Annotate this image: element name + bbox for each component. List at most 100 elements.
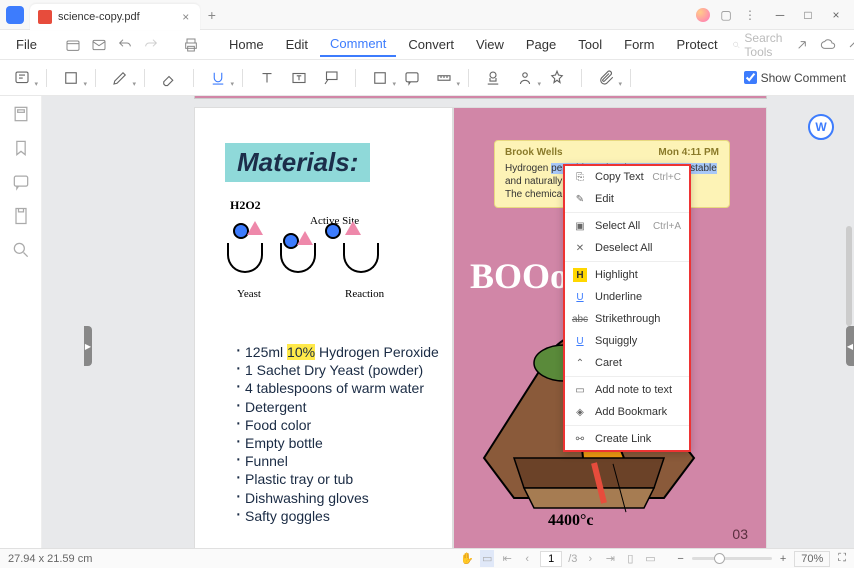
ctx-highlight[interactable]: HHighlight — [565, 264, 689, 286]
app-logo — [0, 0, 30, 30]
scrollbar[interactable] — [846, 226, 852, 326]
strikethrough-icon: abc — [573, 312, 587, 326]
document-tab[interactable]: science-copy.pdf × — [30, 4, 200, 30]
undo-icon[interactable] — [117, 36, 133, 54]
menu-home[interactable]: Home — [219, 33, 274, 56]
fit-width-icon[interactable]: ▭ — [643, 552, 657, 565]
maximize-button[interactable]: □ — [794, 1, 822, 29]
search-rail-icon[interactable] — [11, 240, 31, 260]
first-page-button[interactable]: ⇤ — [500, 552, 514, 565]
attachments-rail-icon[interactable] — [11, 206, 31, 226]
search-tools[interactable]: Search Tools — [732, 31, 788, 59]
select-tool-icon[interactable]: ▭ — [480, 550, 494, 567]
note-tool[interactable]: ▾ — [8, 66, 36, 90]
list-item: Detergent — [235, 398, 439, 416]
mail-icon[interactable] — [91, 36, 107, 54]
new-tab-button[interactable]: + — [208, 7, 216, 23]
menu-view[interactable]: View — [466, 33, 514, 56]
show-comment-toggle[interactable]: Show Comment — [744, 71, 846, 85]
measure-tool[interactable]: ▾ — [430, 66, 458, 90]
show-comment-checkbox[interactable] — [744, 71, 757, 84]
hand-tool-icon[interactable]: ✋ — [460, 552, 474, 565]
search-icon — [732, 38, 741, 52]
highlight-icon: H — [573, 268, 587, 282]
titlebar: science-copy.pdf × + ▢ ⋮ ─ □ × — [0, 0, 854, 30]
bookmark-icon: ◈ — [573, 405, 587, 419]
attachment-tool[interactable]: ▾ — [592, 66, 620, 90]
tab-close-button[interactable]: × — [180, 11, 192, 23]
ctx-add-bookmark[interactable]: ◈Add Bookmark — [565, 401, 689, 423]
approve-tool[interactable] — [543, 66, 571, 90]
textbox-tool[interactable] — [285, 66, 313, 90]
zoom-in-button[interactable]: + — [780, 553, 786, 565]
close-button[interactable]: × — [822, 1, 850, 29]
highlighted-text: 10% — [287, 344, 315, 360]
zoom-out-button[interactable]: − — [677, 553, 683, 565]
eraser-tool[interactable] — [155, 66, 183, 90]
list-item: Food color — [235, 416, 439, 434]
ctx-squiggly[interactable]: USquiggly — [565, 330, 689, 352]
pencil-tool[interactable]: ▾ — [106, 66, 134, 90]
bookmarks-icon[interactable] — [11, 138, 31, 158]
fit-page-icon[interactable]: ▯ — [623, 552, 637, 565]
print-icon[interactable] — [183, 36, 199, 54]
ctx-edit[interactable]: ✎Edit — [565, 188, 689, 210]
prev-page-button[interactable]: ‹ — [520, 553, 534, 565]
menu-edit[interactable]: Edit — [276, 33, 318, 56]
shape-tool[interactable]: ▾ — [366, 66, 394, 90]
zoom-percent[interactable]: 70% — [794, 551, 830, 567]
menu-tool[interactable]: Tool — [568, 33, 612, 56]
share-icon[interactable] — [794, 36, 810, 54]
menu-convert[interactable]: Convert — [398, 33, 464, 56]
thumbnails-icon[interactable] — [11, 104, 31, 124]
comment-tool[interactable] — [398, 66, 426, 90]
list-item: 125ml 10% Hydrogen Peroxide — [235, 343, 439, 361]
context-menu: ⎘Copy TextCtrl+C ✎Edit ▣Select AllCtrl+A… — [563, 164, 691, 452]
minimize-button[interactable]: ─ — [766, 1, 794, 29]
ctx-add-note[interactable]: ▭Add note to text — [565, 379, 689, 401]
ctx-select-all[interactable]: ▣Select AllCtrl+A — [565, 215, 689, 237]
page-left: Materials: H2O2 Active Site Yeast Reacti… — [194, 107, 453, 548]
menu-form[interactable]: Form — [614, 33, 664, 56]
ctx-create-link[interactable]: ⚯Create Link — [565, 428, 689, 450]
menu-page[interactable]: Page — [516, 33, 566, 56]
menu-comment[interactable]: Comment — [320, 32, 396, 57]
menu-protect[interactable]: Protect — [666, 33, 727, 56]
ctx-underline[interactable]: UUnderline — [565, 286, 689, 308]
edit-icon: ✎ — [573, 192, 587, 206]
stamp-tool[interactable] — [479, 66, 507, 90]
fullscreen-icon[interactable]: ⛶ — [838, 552, 846, 565]
more-icon[interactable]: ⋮ — [742, 7, 758, 23]
comments-rail-icon[interactable] — [11, 172, 31, 192]
ctx-strikethrough[interactable]: abcStrikethrough — [565, 308, 689, 330]
signature-tool[interactable]: ▾ — [511, 66, 539, 90]
open-icon[interactable] — [65, 36, 81, 54]
last-page-button[interactable]: ⇥ — [603, 552, 617, 565]
collapse-icon[interactable] — [846, 36, 854, 54]
ctx-copy-text[interactable]: ⎘Copy TextCtrl+C — [565, 166, 689, 188]
highlight-tool[interactable]: ▾ — [57, 66, 85, 90]
file-menu[interactable]: File — [8, 37, 45, 52]
notification-icon[interactable]: ▢ — [718, 7, 734, 23]
redo-icon[interactable] — [143, 36, 159, 54]
convert-word-button[interactable]: W — [808, 114, 834, 140]
right-panel-handle[interactable]: ◀ — [846, 326, 854, 366]
materials-list: 125ml 10% Hydrogen Peroxide 1 Sachet Dry… — [235, 343, 439, 525]
cloud-icon[interactable] — [820, 36, 836, 54]
ctx-caret[interactable]: ⌃Caret — [565, 352, 689, 374]
canvas[interactable]: Materials: H2O2 Active Site Yeast Reacti… — [42, 96, 854, 548]
page-input[interactable] — [540, 551, 562, 567]
callout-tool[interactable] — [317, 66, 345, 90]
list-item: Empty bottle — [235, 434, 439, 452]
page-navigation: ✋ ▭ ⇤ ‹ /3 › ⇥ ▯ ▭ — [460, 550, 657, 567]
profile-orb[interactable] — [696, 8, 710, 22]
ctx-deselect-all[interactable]: ✕Deselect All — [565, 237, 689, 259]
text-tool[interactable] — [253, 66, 281, 90]
underline-icon: U — [573, 290, 587, 304]
left-panel-handle[interactable]: ▶ — [84, 326, 92, 366]
zoom-slider[interactable] — [692, 557, 772, 560]
next-page-button[interactable]: › — [583, 553, 597, 565]
label-h2o2: H2O2 — [230, 198, 261, 213]
page-number: 03 — [732, 526, 748, 542]
underline-tool[interactable]: ▾ — [204, 66, 232, 90]
